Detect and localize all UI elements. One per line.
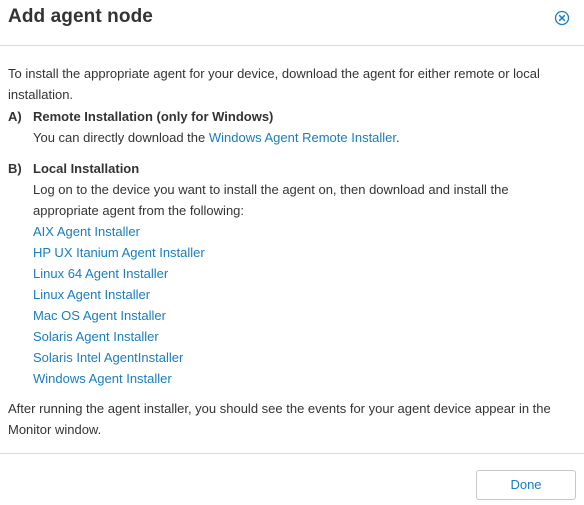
outro-text: After running the agent installer, you s…: [8, 401, 551, 437]
solaris-intel-agent-installer-link[interactable]: Solaris Intel AgentInstaller: [33, 350, 183, 365]
solaris-agent-installer-link[interactable]: Solaris Agent Installer: [33, 329, 159, 344]
dialog-content: To install the appropriate agent for you…: [8, 63, 576, 440]
section-letter-b: B): [8, 161, 22, 176]
close-icon[interactable]: [554, 10, 570, 26]
section-letter-a: A): [8, 109, 22, 124]
section-a-text: You can directly download the Windows Ag…: [33, 127, 576, 148]
windows-agent-remote-installer-link[interactable]: Windows Agent Remote Installer: [209, 130, 396, 145]
dialog-header: Add agent node: [0, 0, 584, 46]
done-button[interactable]: Done: [476, 470, 576, 500]
linux-64-agent-installer-link[interactable]: Linux 64 Agent Installer: [33, 266, 168, 281]
section-a-title: Remote Installation (only for Windows): [33, 109, 274, 124]
dialog-title: Add agent node: [8, 6, 153, 27]
section-remote-installation: A) Remote Installation (only for Windows…: [8, 106, 576, 148]
section-a-text-suffix: .: [396, 130, 400, 145]
aix-agent-installer-link[interactable]: AIX Agent Installer: [33, 224, 140, 239]
installer-link-list: AIX Agent Installer HP UX Itanium Agent …: [33, 221, 576, 389]
hp-ux-itanium-agent-installer-link[interactable]: HP UX Itanium Agent Installer: [33, 245, 205, 260]
section-a-body: Remote Installation (only for Windows) Y…: [33, 106, 576, 148]
section-b-text: Log on to the device you want to install…: [33, 182, 509, 218]
section-a-text-prefix: You can directly download the: [33, 130, 209, 145]
windows-agent-installer-link[interactable]: Windows Agent Installer: [33, 371, 172, 386]
linux-agent-installer-link[interactable]: Linux Agent Installer: [33, 287, 150, 302]
dialog-footer: Done: [0, 453, 584, 505]
section-b-title: Local Installation: [33, 161, 140, 176]
intro-text: To install the appropriate agent for you…: [8, 66, 540, 102]
section-local-installation: B) Local Installation Log on to the devi…: [8, 158, 576, 389]
section-b-body: Local Installation Log on to the device …: [33, 158, 576, 389]
mac-os-agent-installer-link[interactable]: Mac OS Agent Installer: [33, 308, 166, 323]
add-agent-node-dialog: Add agent node To install the appropriat…: [0, 0, 584, 505]
